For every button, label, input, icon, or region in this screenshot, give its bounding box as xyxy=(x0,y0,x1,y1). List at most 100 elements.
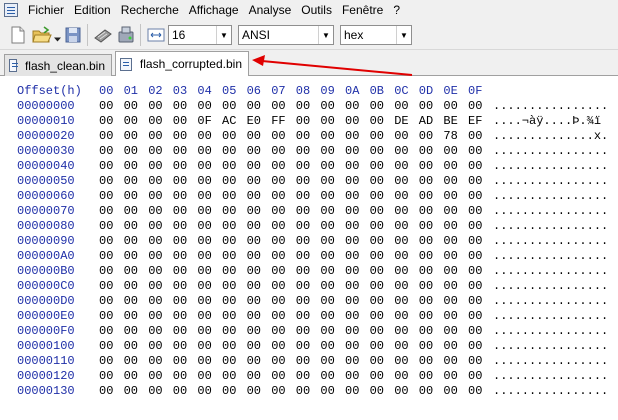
hex-byte[interactable]: 00 xyxy=(124,114,138,129)
hex-byte[interactable]: 00 xyxy=(320,99,334,114)
hex-byte[interactable]: 00 xyxy=(222,324,236,339)
hex-byte[interactable]: 00 xyxy=(173,369,187,384)
hex-byte[interactable]: 00 xyxy=(247,324,261,339)
hex-byte[interactable]: 00 xyxy=(271,339,285,354)
hex-byte[interactable]: 00 xyxy=(320,384,334,399)
hex-byte[interactable]: 0F xyxy=(197,114,211,129)
hex-byte[interactable]: 00 xyxy=(124,234,138,249)
hex-byte[interactable]: 00 xyxy=(173,234,187,249)
hex-byte[interactable]: 00 xyxy=(419,339,433,354)
hex-byte[interactable]: 00 xyxy=(197,339,211,354)
hex-byte[interactable]: 00 xyxy=(394,159,408,174)
hex-byte[interactable]: 00 xyxy=(148,309,162,324)
hex-byte[interactable]: 00 xyxy=(468,264,482,279)
hex-byte[interactable]: 00 xyxy=(124,189,138,204)
hex-byte[interactable]: 00 xyxy=(296,219,310,234)
hex-byte[interactable]: 00 xyxy=(247,204,261,219)
hex-byte[interactable]: 00 xyxy=(394,189,408,204)
hex-byte[interactable]: 00 xyxy=(296,369,310,384)
hex-byte[interactable]: 00 xyxy=(99,189,113,204)
hex-byte[interactable]: 00 xyxy=(173,339,187,354)
hex-byte[interactable]: 00 xyxy=(247,249,261,264)
hex-byte[interactable]: E0 xyxy=(247,114,261,129)
hex-byte[interactable]: 00 xyxy=(197,129,211,144)
tab-flash-clean[interactable]: flash_clean.bin xyxy=(4,54,112,76)
hex-byte[interactable]: 00 xyxy=(370,369,384,384)
hex-byte[interactable]: 00 xyxy=(247,219,261,234)
hex-byte[interactable]: 00 xyxy=(99,384,113,399)
hex-byte[interactable]: 00 xyxy=(271,384,285,399)
hex-byte[interactable]: 00 xyxy=(468,144,482,159)
hex-byte[interactable]: 00 xyxy=(222,99,236,114)
hex-byte[interactable]: 00 xyxy=(197,159,211,174)
hex-byte[interactable]: 00 xyxy=(222,159,236,174)
hex-byte[interactable]: 00 xyxy=(296,144,310,159)
hex-byte[interactable]: 00 xyxy=(124,144,138,159)
ascii-text[interactable]: ................ xyxy=(493,294,608,309)
hex-byte[interactable]: 00 xyxy=(394,129,408,144)
hex-byte[interactable]: 00 xyxy=(468,189,482,204)
hex-byte[interactable]: 00 xyxy=(148,249,162,264)
menu-help[interactable]: ? xyxy=(393,3,400,17)
hex-byte[interactable]: 00 xyxy=(394,264,408,279)
hex-byte[interactable]: 00 xyxy=(468,129,482,144)
hex-byte[interactable]: 00 xyxy=(443,144,457,159)
menu-fenetre[interactable]: Fenêtre xyxy=(342,3,383,17)
hex-byte[interactable]: 00 xyxy=(271,159,285,174)
hex-byte[interactable]: 00 xyxy=(419,144,433,159)
hex-byte[interactable]: 00 xyxy=(468,339,482,354)
hex-byte[interactable]: 00 xyxy=(222,279,236,294)
tab-flash-corrupted[interactable]: flash_corrupted.bin xyxy=(115,51,249,76)
hex-byte[interactable]: 00 xyxy=(173,159,187,174)
hex-byte[interactable]: 00 xyxy=(124,384,138,399)
hex-byte[interactable]: 00 xyxy=(99,339,113,354)
hex-byte[interactable]: 00 xyxy=(173,129,187,144)
hex-byte[interactable]: 00 xyxy=(148,204,162,219)
hex-byte[interactable]: 00 xyxy=(247,234,261,249)
hex-byte[interactable]: 00 xyxy=(394,234,408,249)
hex-byte[interactable]: 00 xyxy=(271,174,285,189)
hex-byte[interactable]: 00 xyxy=(320,339,334,354)
hex-byte[interactable]: 00 xyxy=(173,384,187,399)
hex-byte[interactable]: 00 xyxy=(394,294,408,309)
hex-byte[interactable]: 00 xyxy=(124,99,138,114)
hex-byte[interactable]: 00 xyxy=(99,114,113,129)
hex-byte[interactable]: 00 xyxy=(345,384,359,399)
hex-byte[interactable]: 00 xyxy=(468,354,482,369)
hex-byte[interactable]: 00 xyxy=(197,309,211,324)
hex-byte[interactable]: 00 xyxy=(271,309,285,324)
hex-byte[interactable]: 00 xyxy=(468,159,482,174)
hex-byte[interactable]: 00 xyxy=(370,264,384,279)
hex-byte[interactable]: 00 xyxy=(468,174,482,189)
hex-byte[interactable]: 00 xyxy=(468,369,482,384)
menu-outils[interactable]: Outils xyxy=(301,3,332,17)
hex-byte[interactable]: 00 xyxy=(148,279,162,294)
hex-byte[interactable]: 00 xyxy=(320,324,334,339)
hex-byte[interactable]: 00 xyxy=(370,294,384,309)
hex-byte[interactable]: 00 xyxy=(296,354,310,369)
hex-byte[interactable]: 00 xyxy=(320,189,334,204)
ascii-text[interactable]: ................ xyxy=(493,174,608,189)
hex-byte[interactable]: 00 xyxy=(124,369,138,384)
menu-analyse[interactable]: Analyse xyxy=(249,3,292,17)
hex-byte[interactable]: 00 xyxy=(99,369,113,384)
hex-byte[interactable]: 00 xyxy=(419,384,433,399)
hex-byte[interactable]: 00 xyxy=(370,189,384,204)
hex-byte[interactable]: DE xyxy=(394,114,408,129)
tape-icon[interactable] xyxy=(93,26,113,44)
hex-byte[interactable]: 00 xyxy=(222,354,236,369)
hex-byte[interactable]: 00 xyxy=(320,264,334,279)
hex-byte[interactable]: 00 xyxy=(148,174,162,189)
hex-byte[interactable]: 00 xyxy=(419,234,433,249)
hex-byte[interactable]: 00 xyxy=(345,249,359,264)
hex-byte[interactable]: 00 xyxy=(370,129,384,144)
hex-byte[interactable]: 00 xyxy=(148,114,162,129)
hex-byte[interactable]: 00 xyxy=(99,129,113,144)
hex-byte[interactable]: 00 xyxy=(296,114,310,129)
hex-byte[interactable]: 00 xyxy=(443,159,457,174)
hex-byte[interactable]: 00 xyxy=(222,189,236,204)
hex-byte[interactable]: 00 xyxy=(370,159,384,174)
hex-view[interactable]: Offset(h) 00 01 02 03 04 05 06 07 08 09 0A 0B 0C 0D 0E… xyxy=(0,76,618,420)
hex-byte[interactable]: 00 xyxy=(345,129,359,144)
hex-byte[interactable]: 00 xyxy=(173,324,187,339)
